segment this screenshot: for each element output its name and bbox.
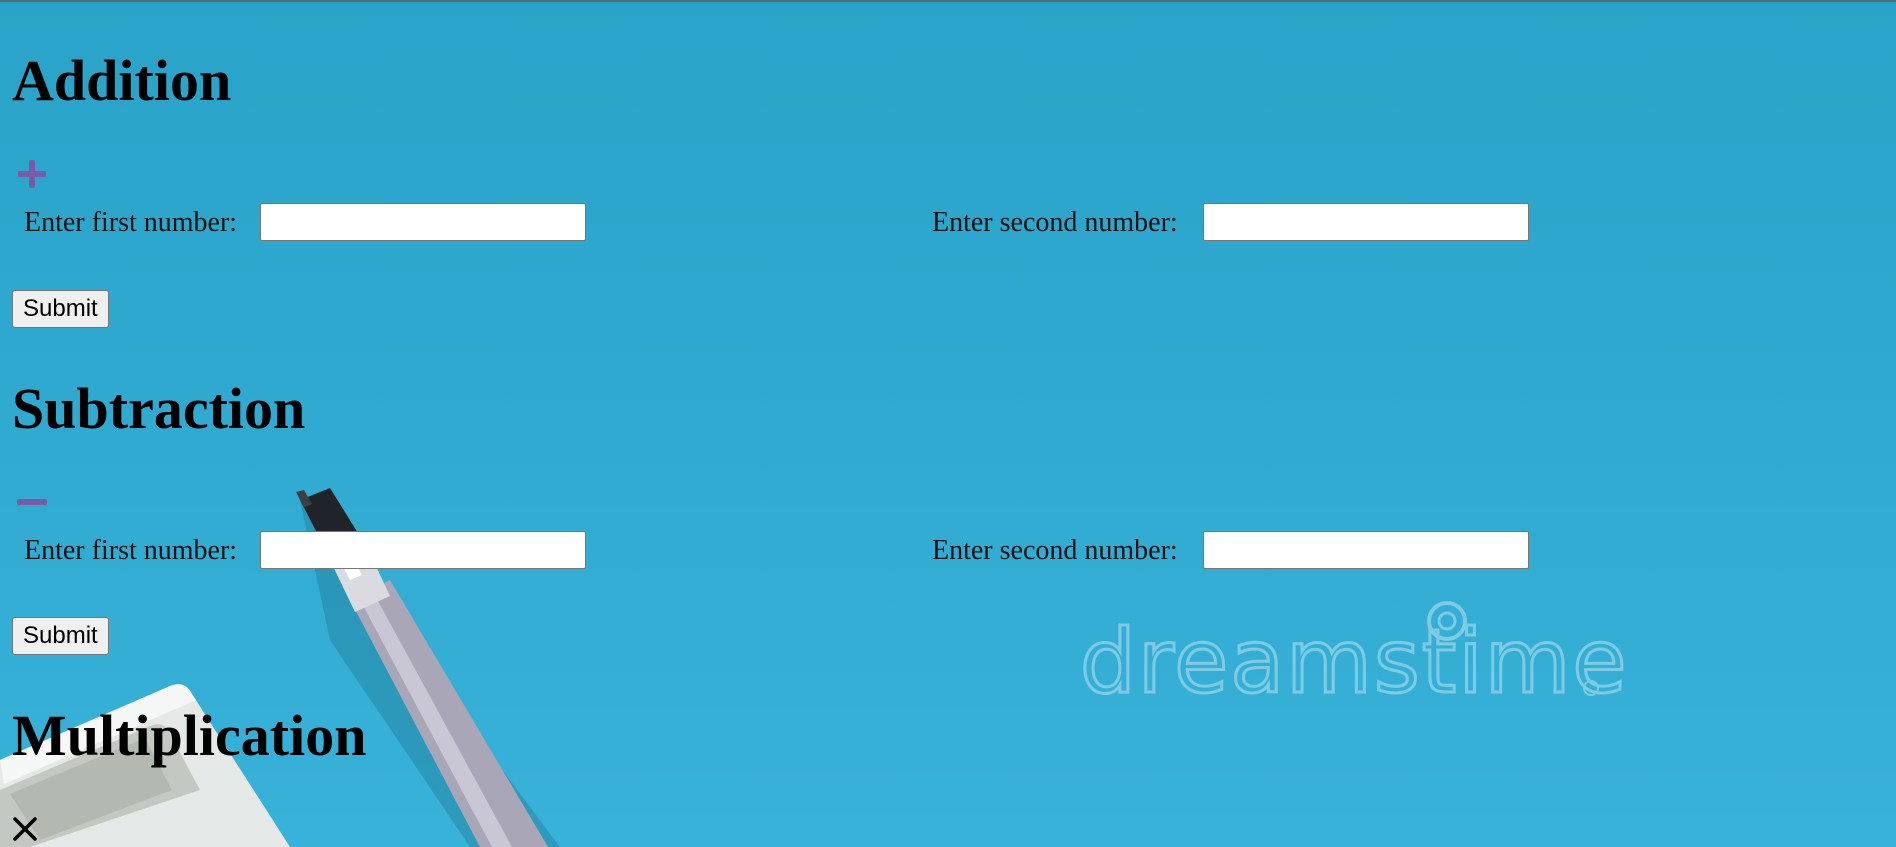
addition-first-input[interactable] [260, 203, 586, 241]
svg-text:dreamstime: dreamstime [1080, 610, 1629, 713]
subtraction-first-label: Enter first number: [24, 535, 238, 566]
watermark-logo: dreamstime [1079, 601, 1629, 715]
minus-icon [16, 495, 48, 513]
subtraction-second-label: Enter second number: [932, 535, 1178, 566]
subtraction-title: Subtraction [12, 376, 306, 441]
addition-submit-button[interactable]: Submit [12, 290, 109, 328]
subtraction-first-input[interactable] [260, 531, 586, 569]
plus-icon [16, 158, 48, 195]
subtraction-submit-button[interactable]: Submit [12, 617, 109, 655]
times-icon [12, 816, 38, 847]
multiplication-title: Multiplication [12, 703, 367, 768]
addition-second-input[interactable] [1203, 203, 1529, 241]
addition-second-label: Enter second number: [932, 207, 1178, 238]
addition-title: Addition [12, 48, 232, 113]
subtraction-second-input[interactable] [1203, 531, 1529, 569]
addition-first-label: Enter first number: [24, 207, 238, 238]
